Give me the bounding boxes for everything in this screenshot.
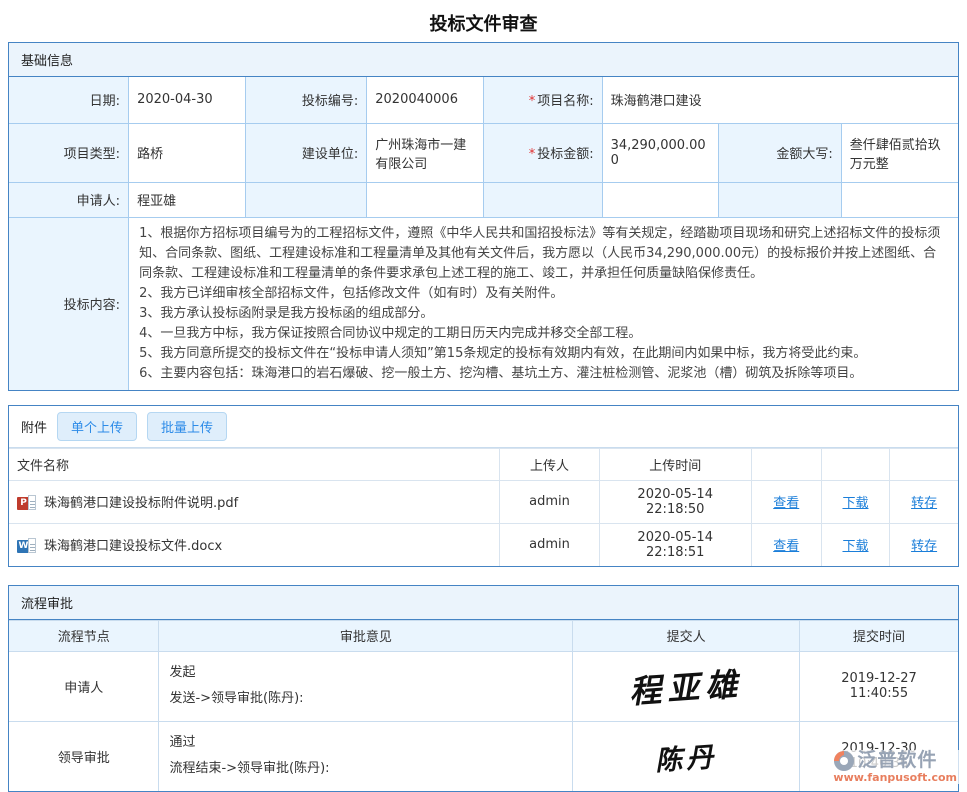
- save-as-link[interactable]: 转存: [911, 539, 937, 554]
- bid-content-line: 1、根据你方招标项目编号为的工程招标文件，遵照《中华人民共和国招投标法》等有关规…: [139, 224, 948, 284]
- approval-node: 申请人: [9, 651, 159, 721]
- build-unit-value: 广州珠海市一建有限公司: [367, 123, 484, 182]
- amount-caps-label: 金额大写:: [719, 123, 841, 182]
- build-unit-label: 建设单位:: [245, 123, 366, 182]
- col-header-uploader: 上传人: [500, 448, 600, 480]
- signature-image: 陈丹: [654, 735, 719, 778]
- empty-value-cell: [602, 182, 719, 217]
- empty-label-cell: [245, 182, 366, 217]
- attachment-upload-time: 2020-05-14 22:18:51: [599, 523, 751, 566]
- batch-upload-button[interactable]: 批量上传: [147, 412, 227, 441]
- approval-row: 申请人 发起 发送->领导审批(陈丹): 程亚雄 2019-12-27 11:4…: [9, 651, 958, 721]
- approval-opinion: 通过 流程结束->领导审批(陈丹):: [159, 721, 573, 791]
- page-title: 投标文件审查: [0, 0, 967, 42]
- empty-value-cell: [841, 182, 958, 217]
- bid-amount-label: *投标金额:: [483, 123, 602, 182]
- project-type-value: 路桥: [129, 123, 246, 182]
- approval-opinion: 发起 发送->领导审批(陈丹):: [159, 651, 573, 721]
- single-upload-button[interactable]: 单个上传: [57, 412, 137, 441]
- pdf-file-icon: P: [17, 494, 37, 510]
- attachments-section-title: 附件: [21, 417, 47, 436]
- fanpu-brand-text: 泛普软件: [857, 750, 937, 771]
- download-link[interactable]: 下载: [842, 496, 868, 511]
- approval-section-title: 流程审批: [9, 586, 958, 620]
- bid-no-label: 投标编号:: [245, 77, 366, 123]
- attachment-uploader: admin: [500, 523, 600, 566]
- attachment-uploader: admin: [500, 480, 600, 523]
- col-header-action-1: [751, 448, 821, 480]
- col-header-upload-time: 上传时间: [599, 448, 751, 480]
- empty-label-cell: [483, 182, 602, 217]
- approval-panel: 流程审批 流程节点 审批意见 提交人 提交时间 申请人 发起 发送->领导审批(…: [8, 585, 959, 792]
- fanpu-watermark: 泛普软件 www.fanpusoft.com: [831, 750, 959, 784]
- bid-content-line: 4、一旦我方中标，我方保证按照合同协议中规定的工期日历天内完成并移交全部工程。: [139, 324, 948, 344]
- col-header-node: 流程节点: [9, 620, 159, 651]
- approval-submit-time: 2019-12-27 11:40:55: [800, 651, 959, 721]
- project-type-label: 项目类型:: [9, 123, 129, 182]
- date-label: 日期:: [9, 77, 129, 123]
- approval-node: 领导审批: [9, 721, 159, 791]
- col-header-submit-time: 提交时间: [800, 620, 959, 651]
- project-name-value: 珠海鹤港口建设: [602, 77, 958, 123]
- bid-content-line: 3、我方承认投标函附录是我方投标函的组成部分。: [139, 304, 948, 324]
- bid-content-label: 投标内容:: [9, 217, 129, 390]
- col-header-action-3: [890, 448, 958, 480]
- bid-content-line: 2、我方已详细审核全部招标文件，包括修改文件（如有时）及有关附件。: [139, 284, 948, 304]
- download-link[interactable]: 下载: [842, 539, 868, 554]
- amount-caps-value: 叁仟肆佰贰拾玖万元整: [841, 123, 958, 182]
- basic-info-panel: 基础信息 日期: 2020-04-30 投标编号: 2020040006 *项目…: [8, 42, 959, 391]
- approval-table: 流程节点 审批意见 提交人 提交时间 申请人 发起 发送->领导审批(陈丹): …: [9, 620, 958, 792]
- approval-row: 领导审批 通过 流程结束->领导审批(陈丹): 陈丹 2019-12-30 10…: [9, 721, 958, 791]
- basic-info-table: 日期: 2020-04-30 投标编号: 2020040006 *项目名称: 珠…: [9, 77, 958, 390]
- empty-label-cell: [719, 182, 841, 217]
- attachments-panel: 附件 单个上传 批量上传 文件名称 上传人 上传时间 P 珠海鹤港口建设投标附件…: [8, 405, 959, 567]
- bid-content-line: 6、主要内容包括：珠海港口的岩石爆破、挖一般土方、挖沟槽、基坑土方、灌注桩检测管…: [139, 364, 948, 384]
- bid-content-value: 1、根据你方招标项目编号为的工程招标文件，遵照《中华人民共和国招投标法》等有关规…: [129, 217, 958, 390]
- attachment-row: W 珠海鹤港口建设投标文件.docx admin 2020-05-14 22:1…: [9, 523, 958, 566]
- bid-no-value: 2020040006: [367, 77, 484, 123]
- required-asterisk: *: [529, 94, 536, 109]
- fanpu-url-text: www.fanpusoft.com: [833, 772, 957, 784]
- attachment-row: P 珠海鹤港口建设投标附件说明.pdf admin 2020-05-14 22:…: [9, 480, 958, 523]
- applicant-value: 程亚雄: [129, 182, 246, 217]
- col-header-file-name: 文件名称: [9, 448, 500, 480]
- applicant-label: 申请人:: [9, 182, 129, 217]
- attachments-table: 文件名称 上传人 上传时间 P 珠海鹤港口建设投标附件说明.pdf admin …: [9, 448, 958, 566]
- col-header-action-2: [821, 448, 889, 480]
- date-value: 2020-04-30: [129, 77, 246, 123]
- attachment-file-name: 珠海鹤港口建设投标文件.docx: [44, 535, 222, 554]
- word-file-icon: W: [17, 537, 37, 553]
- view-link[interactable]: 查看: [773, 496, 799, 511]
- bid-content-line: 5、我方同意所提交的投标文件在“投标申请人须知”第15条规定的投标有效期内有效，…: [139, 344, 948, 364]
- basic-info-section-title: 基础信息: [9, 43, 958, 77]
- col-header-opinion: 审批意见: [159, 620, 573, 651]
- empty-value-cell: [367, 182, 484, 217]
- bid-amount-value: 34,290,000.000: [602, 123, 719, 182]
- save-as-link[interactable]: 转存: [911, 496, 937, 511]
- attachment-file-name: 珠海鹤港口建设投标附件说明.pdf: [44, 492, 238, 511]
- project-name-label: *项目名称:: [483, 77, 602, 123]
- required-asterisk: *: [529, 147, 536, 162]
- fanpu-logo-icon: [833, 750, 855, 772]
- attachment-upload-time: 2020-05-14 22:18:50: [599, 480, 751, 523]
- signature-image: 程亚雄: [628, 659, 745, 713]
- col-header-submitter: 提交人: [573, 620, 800, 651]
- view-link[interactable]: 查看: [773, 539, 799, 554]
- attachments-toolbar: 附件 单个上传 批量上传: [9, 406, 958, 448]
